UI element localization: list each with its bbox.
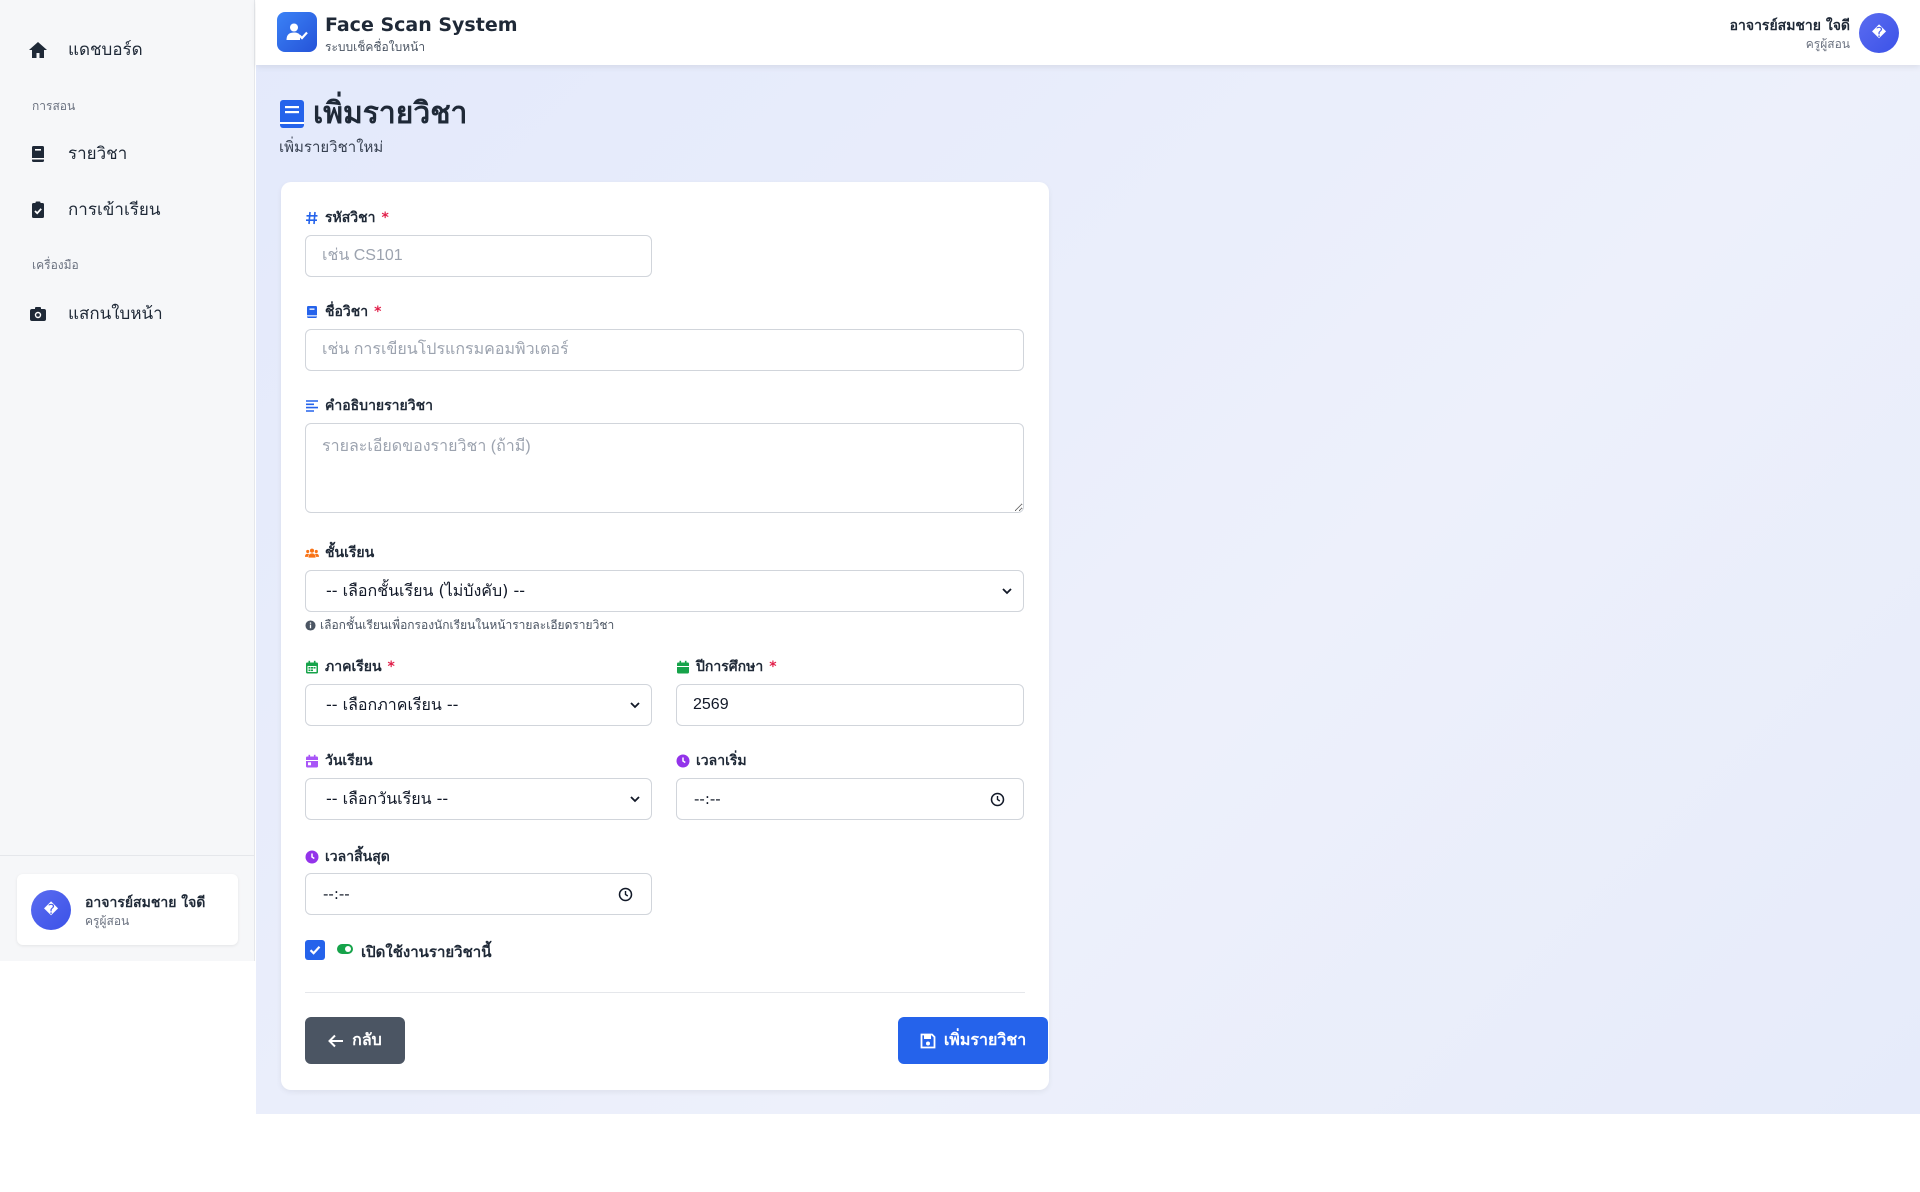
select-value: -- เลือกวันเรียน -- [326,788,449,808]
label-text: ชั้นเรียน [325,545,375,561]
clipboard-check-icon [32,201,44,218]
chevron-down-icon [630,796,640,803]
required-mark: * [381,210,389,226]
course-code-input[interactable] [305,235,652,277]
label-text: รหัสวิชา [325,210,376,226]
button-label: เพิ่มรายวิชา [943,1030,1027,1049]
sidebar-item-courses[interactable]: รายวิชา [28,140,127,167]
end-time-label: เวลาสิ้นสุด [305,846,390,868]
hashtag-icon [306,211,318,225]
arrow-left-icon [328,1034,344,1047]
topbar-avatar[interactable]: � [1859,13,1899,53]
sidebar-user-name: อาจารย์สมชาย ใจดี [85,895,206,911]
checkmark-icon [309,946,321,955]
course-name-label: ชื่อวิชา * [305,301,381,323]
topbar: Face Scan System ระบบเช็คชื่อใบหน้า อาจา… [256,0,1920,65]
sidebar-item-label: แดชบอร์ด [68,40,143,60]
book-icon [280,99,304,128]
book-icon [32,145,44,162]
label-text: คำอธิบายรายวิชา [325,398,433,414]
page-subtitle: เพิ่มรายวิชาใหม่ [279,138,384,156]
book-icon [307,306,317,318]
select-value: -- เลือกภาคเรียน -- [326,694,459,714]
calendar-icon [677,660,689,674]
page-header: เพิ่มรายวิชา [279,90,467,137]
users-icon [305,548,319,558]
app-logo-icon [277,12,317,52]
course-code-label: รหัสวิชา * [305,207,389,229]
chevron-down-icon [630,702,640,709]
sidebar-divider [0,855,255,856]
avatar: � [31,890,71,930]
sidebar-user-role: ครูผู้สอน [85,914,130,928]
semester-select[interactable]: -- เลือกภาคเรียน -- [305,684,652,726]
button-label: กลับ [352,1030,382,1049]
camera-icon [30,306,46,321]
topbar-user-role: ครูผู้สอน [1805,37,1850,51]
required-mark: * [769,659,777,675]
app-title: Face Scan System [325,14,518,36]
label-text: ปีการศึกษา [696,659,764,675]
required-mark: * [387,659,395,675]
sidebar-item-label: แสกนใบหน้า [68,304,163,324]
required-mark: * [374,304,382,320]
semester-label: ภาคเรียน * [305,656,395,678]
align-left-icon [306,400,318,412]
toggle-on-icon [337,944,353,954]
study-day-select[interactable]: -- เลือกวันเรียน -- [305,778,652,820]
sidebar-section-tools: เครื่องมือ [32,258,79,272]
label-text: เวลาสิ้นสุด [325,849,390,865]
academic-year-label: ปีการศึกษา * [676,656,777,678]
course-form-card: รหัสวิชา * ชื่อวิชา * คำอธิบายรายวิชา ชั… [281,182,1049,1090]
save-course-button[interactable]: เพิ่มรายวิชา [898,1017,1048,1064]
class-level-hint: เลือกชั้นเรียนเพื่อกรองนักเรียนในหน้าราย… [305,616,614,635]
sidebar-section-teaching: การสอน [32,99,76,113]
home-icon [29,41,47,58]
class-level-select[interactable]: -- เลือกชั้นเรียน (ไม่บังคับ) -- [305,570,1024,612]
end-time-input[interactable]: --:-- [305,873,652,915]
start-time-label: เวลาเริ่ม [676,750,747,772]
label-text: วันเรียน [325,753,373,769]
hint-text: เลือกชั้นเรียนเพื่อกรองนักเรียนในหน้าราย… [320,618,615,632]
calendar-day-icon [306,754,318,768]
calendar-icon [306,660,318,674]
label-text: ชื่อวิชา [325,304,369,320]
clock-icon [305,850,319,864]
time-value: --:-- [323,885,350,903]
label-text: เวลาเริ่ม [696,753,747,769]
start-time-input[interactable]: --:-- [676,778,1024,820]
sidebar-item-face-scan[interactable]: แสกนใบหน้า [28,300,163,327]
sidebar-item-label: การเข้าเรียน [68,200,161,220]
description-label: คำอธิบายรายวิชา [305,395,433,417]
course-name-input[interactable] [305,329,1024,371]
sidebar-user-card[interactable]: � อาจารย์สมชาย ใจดี ครูผู้สอน [17,874,238,945]
page-title: เพิ่มรายวิชา [313,96,468,131]
info-circle-icon [305,620,316,631]
time-value: --:-- [694,790,721,808]
clock-icon [676,754,690,768]
clock-icon[interactable] [618,887,633,902]
study-day-label: วันเรียน [305,750,373,772]
select-value: -- เลือกชั้นเรียน (ไม่บังคับ) -- [326,580,525,600]
clock-icon[interactable] [990,792,1005,807]
sidebar-item-dashboard[interactable]: แดชบอร์ด [28,36,143,63]
sidebar-item-label: รายวิชา [68,144,128,164]
app-subtitle: ระบบเช็คชื่อใบหน้า [325,40,426,54]
topbar-user-name: อาจารย์สมชาย ใจดี [1729,18,1850,34]
main-content: Face Scan System ระบบเช็คชื่อใบหน้า อาจา… [256,0,1920,1114]
enable-course-label: เปิดใช้งานรายวิชานี้ [361,943,492,961]
description-textarea[interactable] [305,423,1024,513]
back-button[interactable]: กลับ [305,1017,405,1064]
label-text: ภาคเรียน [325,659,382,675]
enable-course-checkbox[interactable] [305,940,325,960]
class-level-label: ชั้นเรียน [305,542,374,564]
academic-year-input[interactable] [676,684,1024,726]
form-divider [305,992,1025,993]
chevron-down-icon [1002,588,1012,595]
sidebar-item-attendance[interactable]: การเข้าเรียน [28,196,160,223]
save-icon [920,1033,936,1048]
sidebar: แดชบอร์ด การสอน รายวิชา การเข้าเรียน เคร… [0,0,255,961]
